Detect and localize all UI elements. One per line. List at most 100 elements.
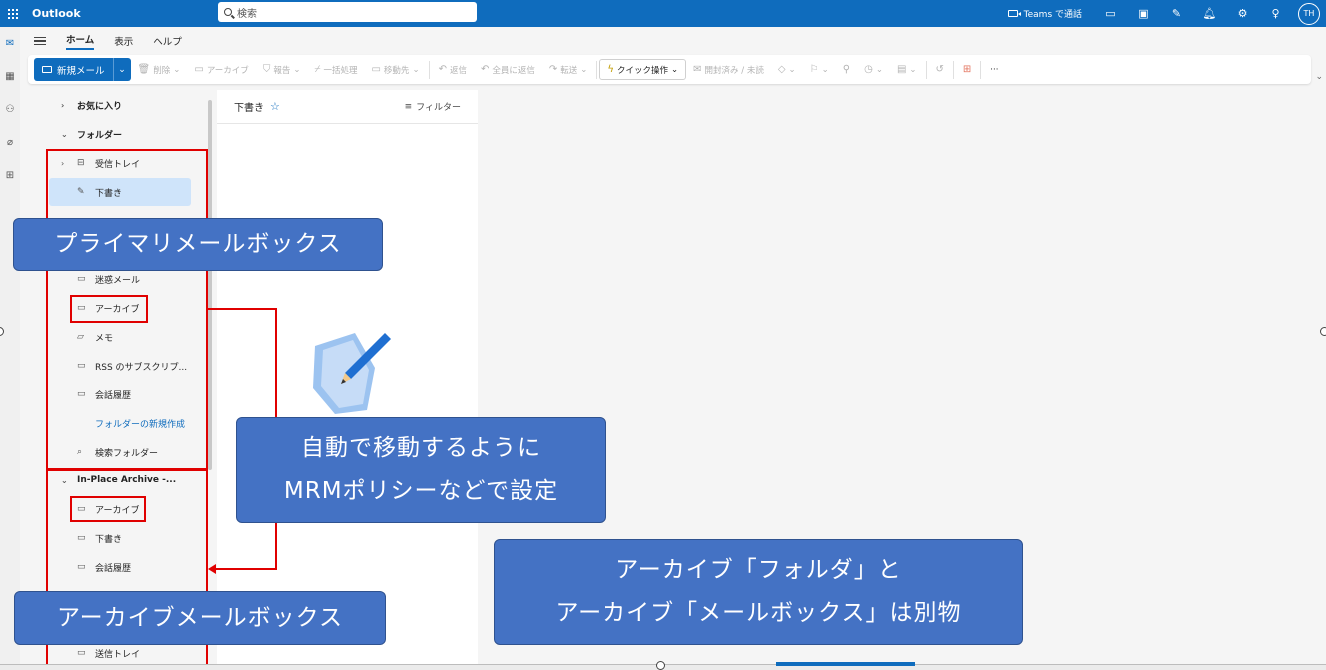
pin-icon: ⚲ bbox=[842, 64, 851, 75]
more-button[interactable]: ··· bbox=[983, 65, 1005, 75]
reply-all-button[interactable]: ↶ 全員に返信 bbox=[474, 64, 542, 76]
selection-handle-bottom[interactable] bbox=[656, 661, 665, 670]
hamburger-menu-icon[interactable] bbox=[34, 36, 46, 46]
apps-grid-icon: ⊞ bbox=[962, 64, 972, 75]
folders-section[interactable]: ⌄ フォルダー bbox=[49, 120, 191, 148]
tag-icon: ◇ bbox=[777, 64, 786, 75]
connector-line-bottom bbox=[214, 568, 277, 570]
forward-button[interactable]: ↷ 転送 ⌄ bbox=[542, 64, 595, 76]
callout-primary-mailbox: プライマリメールボックス bbox=[13, 218, 383, 271]
quick-steps-button[interactable]: ϟ クイック操作 ⌄ bbox=[599, 59, 687, 80]
callout-primary-mailbox-text: プライマリメールボックス bbox=[54, 231, 342, 258]
bottom-highlight-bar bbox=[776, 662, 915, 666]
shield-icon: ⛉ bbox=[262, 64, 271, 75]
clock-icon: ◷ bbox=[864, 64, 873, 75]
lightning-icon: ϟ bbox=[607, 64, 615, 75]
arrow-head-icon bbox=[208, 564, 216, 574]
callout-archive-mailbox-text: アーカイブメールボックス bbox=[57, 604, 343, 631]
message-list-header: 下書き ☆ ≡ フィルター bbox=[217, 90, 478, 124]
read-unread-button[interactable]: ✉ 開封済み / 未読 bbox=[686, 64, 771, 76]
lightbulb-icon[interactable]: ♀ bbox=[1259, 0, 1292, 27]
filter-button[interactable]: ≡ フィルター bbox=[404, 100, 461, 114]
trash-icon: 🗑︎ bbox=[137, 64, 151, 75]
undo-button[interactable]: ↺ bbox=[929, 64, 951, 75]
callout-mrm-policy: 自動で移動するように MRMポリシーなどで設定 bbox=[236, 417, 606, 523]
search-icon bbox=[224, 8, 232, 16]
ribbon-tabs: ホーム 表示 ヘルプ bbox=[34, 31, 182, 51]
avatar[interactable]: TH bbox=[1298, 2, 1320, 25]
mail-icon[interactable]: ✉ bbox=[0, 27, 20, 60]
chevron-right-icon: › bbox=[61, 100, 65, 110]
paperclip-icon[interactable]: ⌀ bbox=[0, 126, 20, 159]
filter-label: フィルター bbox=[416, 103, 461, 113]
search-input[interactable]: 検索 bbox=[218, 2, 477, 22]
search-placeholder: 検索 bbox=[237, 8, 257, 20]
filter-icon: ≡ bbox=[404, 101, 413, 112]
rules-button[interactable]: ▤ ⌄ bbox=[890, 64, 924, 75]
archive-icon: ▭ bbox=[194, 64, 204, 75]
callout-note-line2: アーカイブ「メールボックス」は別物 bbox=[555, 600, 962, 626]
folder-pane-scrollbar[interactable] bbox=[208, 100, 212, 470]
ribbon-toolbar: 新規メール ⌄ 🗑︎ 削除 ⌄ ▭ アーカイブ ⛉ 報告 ⌄ ⌿ 一括処理 ▭ 移動先 ⌄ ↶ 返… bbox=[28, 55, 1311, 84]
calendar-icon[interactable]: ▦ bbox=[0, 60, 20, 93]
message-list: 下書き ☆ ≡ フィルター bbox=[217, 90, 478, 670]
apps-button[interactable]: ⊞ bbox=[956, 64, 978, 75]
selection-handle-right[interactable] bbox=[1320, 327, 1326, 336]
snooze-button[interactable]: ◷ ⌄ bbox=[857, 64, 890, 75]
undo-icon: ↺ bbox=[935, 64, 944, 75]
flag-button[interactable]: ⚐ ⌄ bbox=[803, 64, 836, 75]
rules-icon: ▤ bbox=[896, 64, 907, 75]
callout-note-line1: アーカイブ「フォルダ」と bbox=[615, 557, 902, 584]
star-icon[interactable]: ☆ bbox=[270, 100, 280, 113]
app-rail: ✉ ▦ ⚇ ⌀ ⊞ bbox=[0, 27, 20, 670]
tab-home[interactable]: ホーム bbox=[66, 32, 95, 50]
archive-button[interactable]: ▭ アーカイブ bbox=[187, 64, 255, 76]
office-icon[interactable]: ▣ bbox=[1127, 0, 1160, 27]
callout-mrm-line1: 自動で移動するように bbox=[301, 435, 541, 462]
forward-icon: ↷ bbox=[548, 64, 558, 75]
tab-help[interactable]: ヘルプ bbox=[153, 34, 182, 48]
quick-steps-label: クイック操作 bbox=[617, 65, 669, 76]
report-label: 報告 bbox=[273, 65, 291, 76]
bell-icon[interactable]: 🔔︎ bbox=[1193, 0, 1226, 27]
video-camera-icon bbox=[1007, 10, 1021, 17]
ribbon-expand-chevron-icon[interactable]: ⌄ bbox=[1315, 72, 1323, 82]
envelope-open-icon: ✉ bbox=[693, 64, 702, 75]
report-button[interactable]: ⛉ 報告 ⌄ bbox=[256, 64, 308, 76]
teams-call-label: Teams で通話 bbox=[1023, 10, 1082, 20]
read-unread-label: 開封済み / 未読 bbox=[704, 65, 764, 76]
reply-button[interactable]: ↶ 返信 bbox=[432, 64, 474, 76]
tab-view[interactable]: 表示 bbox=[114, 34, 133, 48]
empty-drafts-illustration bbox=[313, 333, 391, 414]
message-list-title: 下書き bbox=[234, 103, 264, 114]
new-mail-label: 新規メール bbox=[57, 65, 105, 77]
broom-icon: ⌿ bbox=[314, 64, 321, 75]
teams-call-button[interactable]: Teams で通話 bbox=[1007, 7, 1094, 20]
envelope-icon bbox=[42, 66, 52, 73]
tag-button[interactable]: ◇ ⌄ bbox=[771, 64, 803, 75]
chevron-down-icon[interactable]: ⌄ bbox=[112, 58, 131, 81]
connector-line-top bbox=[207, 308, 277, 310]
move-to-button[interactable]: ▭ 移動先 ⌄ bbox=[364, 64, 426, 76]
delete-button[interactable]: 🗑︎ 削除 ⌄ bbox=[131, 64, 188, 76]
chat-icon[interactable]: ▭ bbox=[1094, 0, 1127, 27]
new-mail-button[interactable]: 新規メール ⌄ bbox=[34, 58, 131, 81]
sweep-label: 一括処理 bbox=[323, 65, 358, 76]
flag-icon: ⚐ bbox=[809, 64, 819, 75]
app-launcher-icon[interactable] bbox=[0, 0, 26, 27]
favorites-section[interactable]: › お気に入り bbox=[49, 91, 191, 119]
gear-icon[interactable]: ⚙ bbox=[1226, 0, 1259, 27]
folder-move-icon: ▭ bbox=[371, 64, 381, 75]
sweep-button[interactable]: ⌿ 一括処理 bbox=[307, 64, 364, 76]
people-icon[interactable]: ⚇ bbox=[0, 93, 20, 126]
folders-header-label: フォルダー bbox=[77, 130, 123, 141]
callout-mrm-line2: MRMポリシーなどで設定 bbox=[283, 478, 559, 504]
favorites-label: お気に入り bbox=[77, 101, 123, 112]
notes-icon[interactable]: ✎ bbox=[1160, 0, 1193, 27]
reply-label: 返信 bbox=[449, 65, 467, 76]
delete-label: 削除 bbox=[153, 65, 171, 76]
archive-mailbox-folder-highlight bbox=[70, 496, 146, 522]
pin-button[interactable]: ⚲ bbox=[836, 64, 857, 75]
reply-all-label: 全員に返信 bbox=[492, 65, 535, 76]
apps-icon[interactable]: ⊞ bbox=[0, 159, 20, 192]
